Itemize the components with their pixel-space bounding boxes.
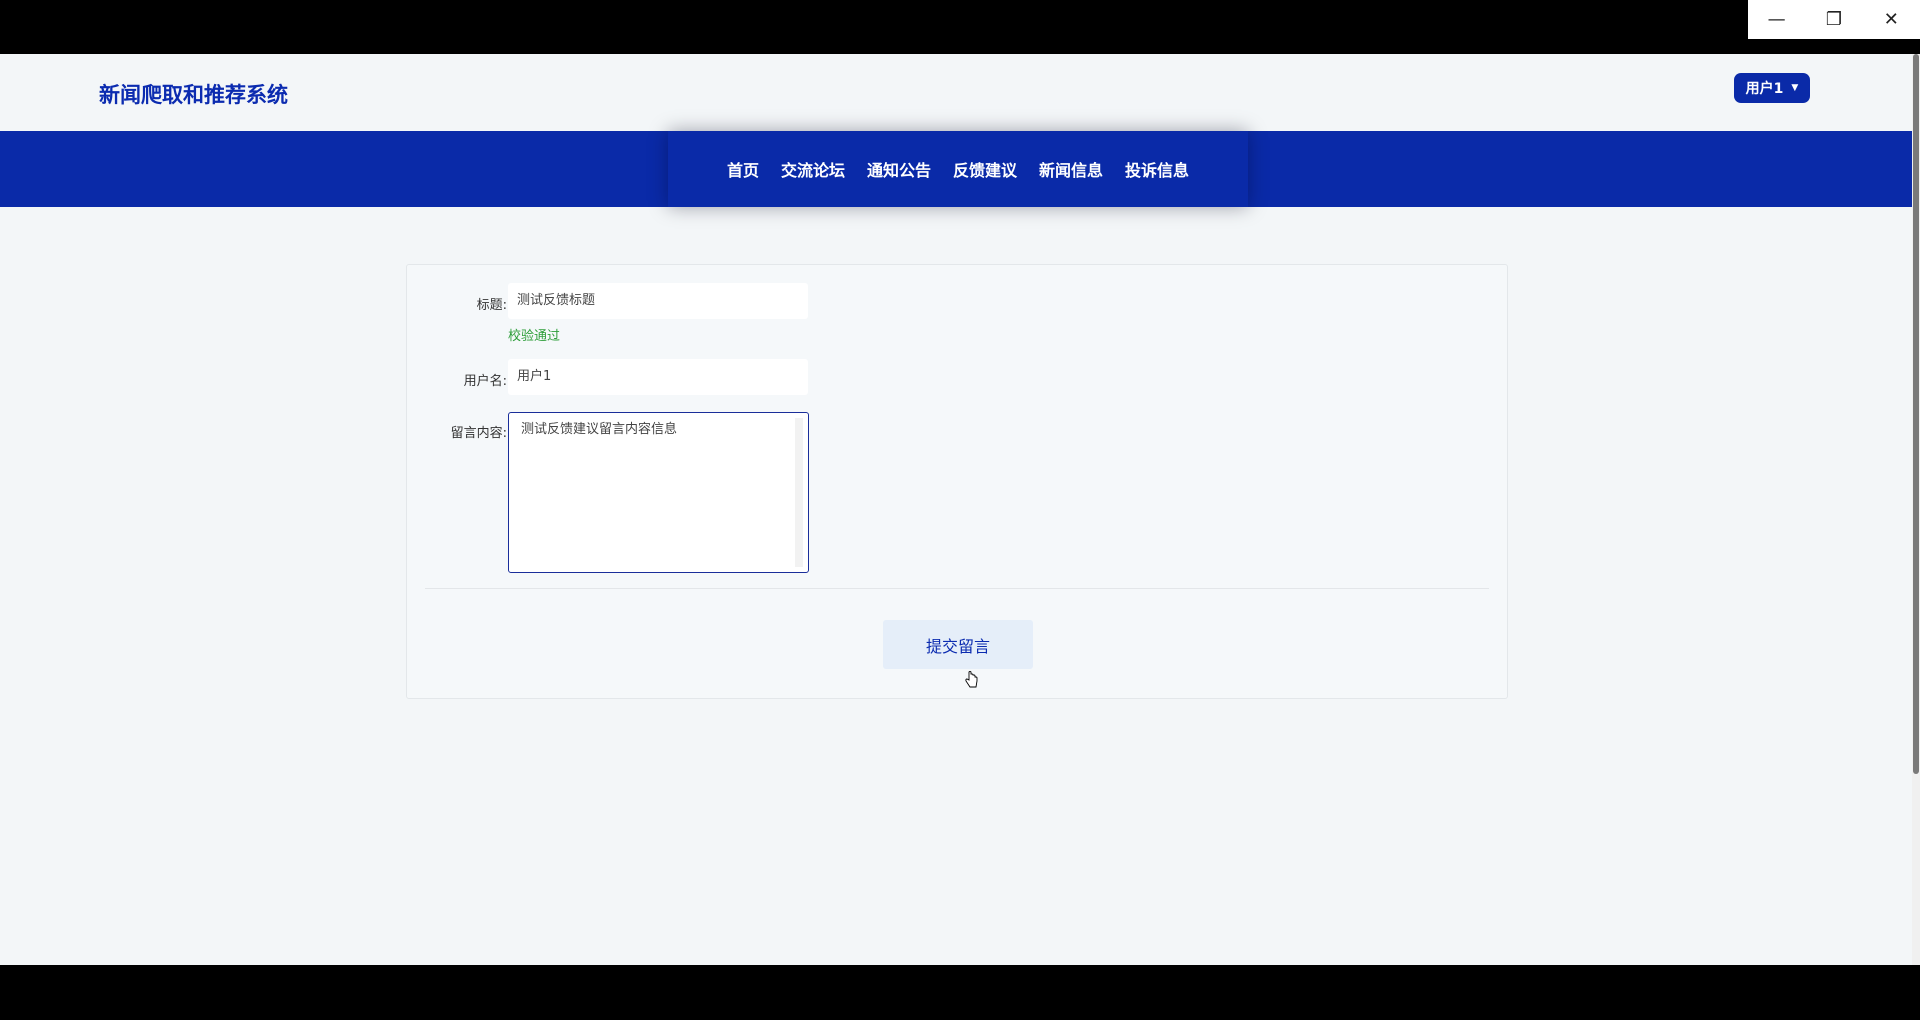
content-label: 留言内容: (450, 426, 507, 441)
hand-cursor-icon (965, 671, 978, 688)
user-menu-button[interactable]: 用户1 ▼ (1734, 73, 1810, 103)
caret-down-icon: ▼ (1791, 83, 1799, 93)
nav-item-notice[interactable]: 通知公告 (867, 157, 931, 181)
page-viewport: 新闻爬取和推荐系统 用户1 ▼ 首页 交流论坛 通知公告 反馈建议 新闻信息 投… (0, 54, 1920, 965)
nav-item-home[interactable]: 首页 (727, 157, 759, 181)
submit-button[interactable]: 提交留言 (883, 620, 1033, 669)
main-navbar: 首页 交流论坛 通知公告 反馈建议 新闻信息 投诉信息 (0, 131, 1912, 207)
username-label: 用户名: (463, 374, 507, 389)
close-icon[interactable]: ✕ (1863, 0, 1920, 39)
window-controls: — ❐ ✕ (1748, 0, 1920, 39)
site-header: 新闻爬取和推荐系统 用户1 ▼ (0, 54, 1912, 131)
form-divider (425, 588, 1489, 589)
restore-icon[interactable]: ❐ (1805, 0, 1862, 39)
nav-item-complaint[interactable]: 投诉信息 (1125, 157, 1189, 181)
page-scrollbar[interactable] (1912, 54, 1920, 965)
window-titlebar: — ❐ ✕ (0, 0, 1920, 54)
bottom-bar (0, 965, 1920, 1020)
site-title: 新闻爬取和推荐系统 (99, 83, 288, 107)
title-input[interactable]: 测试反馈标题 (508, 283, 808, 319)
user-menu-label: 用户1 (1745, 81, 1784, 97)
nav-menu: 首页 交流论坛 通知公告 反馈建议 新闻信息 投诉信息 (668, 131, 1248, 207)
minimize-icon[interactable]: — (1748, 0, 1805, 39)
nav-item-forum[interactable]: 交流论坛 (781, 157, 845, 181)
title-label: 标题: (476, 298, 507, 313)
content-textarea[interactable]: 测试反馈建议留言内容信息 (508, 412, 809, 573)
title-validation-message: 校验通过 (508, 329, 561, 344)
textarea-scrollbar[interactable] (795, 418, 803, 567)
username-input[interactable]: 用户1 (508, 359, 808, 395)
page-scrollbar-thumb[interactable] (1913, 54, 1919, 774)
nav-item-feedback[interactable]: 反馈建议 (953, 157, 1017, 181)
nav-item-news[interactable]: 新闻信息 (1039, 157, 1103, 181)
content-text: 测试反馈建议留言内容信息 (521, 422, 678, 437)
feedback-form-card: 标题: 测试反馈标题 校验通过 用户名: 用户1 留言内容: 测试反馈建议留言内… (406, 264, 1508, 699)
